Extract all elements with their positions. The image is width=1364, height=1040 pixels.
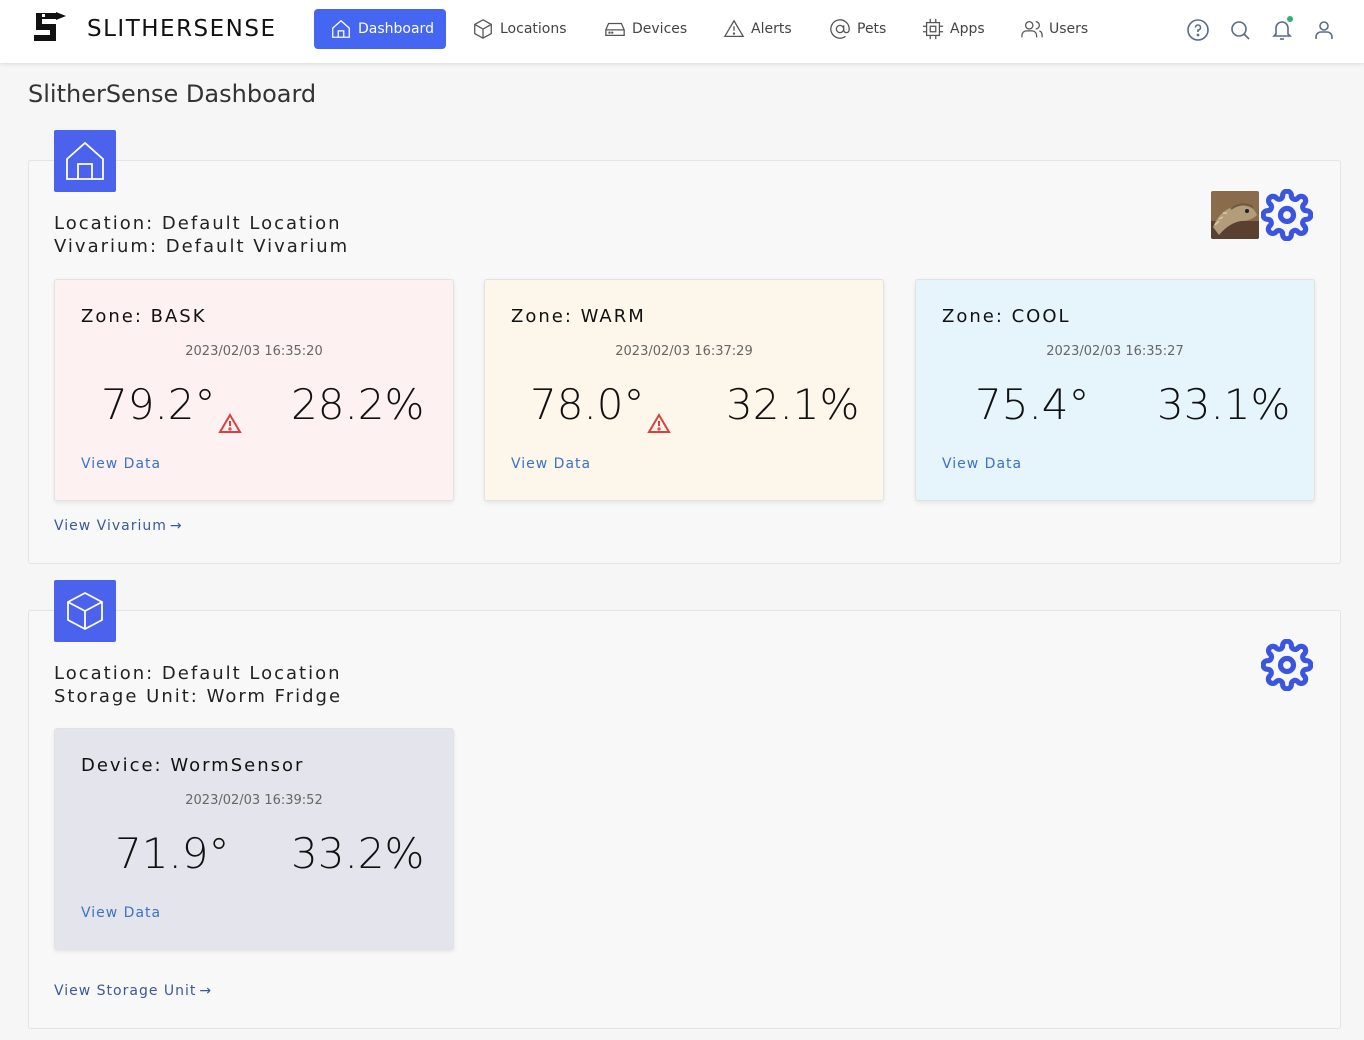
nav-users-label: Users <box>1049 21 1089 37</box>
nav-alerts-label: Alerts <box>751 21 792 37</box>
cube-icon <box>474 19 492 39</box>
storage-settings-button[interactable] <box>1260 638 1314 692</box>
nav-alerts[interactable]: Alerts <box>707 9 804 49</box>
nav-pets-label: Pets <box>857 21 887 37</box>
nav-dashboard[interactable]: Dashboard <box>314 9 446 49</box>
temperature-value: 71.9° <box>115 829 230 878</box>
zone-temperature: 79.2° <box>101 380 242 433</box>
view-data-link[interactable]: View Data <box>81 456 161 472</box>
alert-triangle-icon <box>723 19 745 37</box>
temperature-value: 79.2° <box>101 380 216 429</box>
device-temperature: 71.9° <box>115 829 230 878</box>
view-storage-unit-label: View Storage Unit <box>54 983 197 999</box>
chip-icon <box>922 18 944 40</box>
nav-locations[interactable]: Locations <box>456 9 579 49</box>
view-data-link[interactable]: View Data <box>942 456 1022 472</box>
nav-pets[interactable]: Pets <box>813 9 898 49</box>
nav-users[interactable]: Users <box>1005 9 1100 49</box>
pet-avatar[interactable] <box>1211 191 1259 239</box>
view-vivarium-label: View Vivarium <box>54 518 167 534</box>
users-icon <box>1021 21 1043 38</box>
nav-apps-label: Apps <box>950 21 985 37</box>
storage-type-badge <box>54 580 116 642</box>
storage-panel: Location: Default Location Storage Unit:… <box>28 610 1341 1029</box>
zone-timestamp: 2023/02/03 16:35:20 <box>185 344 323 359</box>
vivarium-type-badge <box>54 130 116 192</box>
search-icon <box>1231 21 1250 40</box>
vivarium-header: Location: Default Location Vivarium: Def… <box>54 212 349 258</box>
hard-drive-icon <box>605 22 625 37</box>
nav-locations-label: Locations <box>500 21 567 37</box>
nav-devices[interactable]: Devices <box>588 9 699 49</box>
gear-icon <box>1260 638 1314 692</box>
cube-icon <box>67 591 103 631</box>
zone-title: Zone: BASK <box>81 306 207 327</box>
zone-humidity: 32.1% <box>726 380 860 429</box>
vivarium-settings-button[interactable] <box>1260 188 1314 242</box>
vivarium-name: Vivarium: Default Vivarium <box>54 236 350 257</box>
bearded-dragon-image <box>1211 191 1259 239</box>
home-icon <box>332 19 350 38</box>
vivarium-panel: Location: Default Location Vivarium: Def… <box>28 160 1341 564</box>
zone-card-cool: Zone: COOL 2023/02/03 16:35:27 75.4° 33.… <box>915 279 1315 501</box>
at-sign-icon <box>830 19 850 39</box>
view-storage-unit-link[interactable]: View Storage Unit → <box>54 983 212 999</box>
zone-card-bask: Zone: BASK 2023/02/03 16:35:20 79.2° 28.… <box>54 279 454 501</box>
view-data-link[interactable]: View Data <box>511 456 591 472</box>
help-icon <box>1187 19 1209 41</box>
brand-name: SLITHERSENSE <box>87 16 277 42</box>
arrow-right-icon: → <box>169 518 183 534</box>
zone-temperature: 78.0° <box>530 380 671 433</box>
brand[interactable]: SLITHERSENSE <box>30 10 275 44</box>
storage-location: Location: Default Location <box>54 663 342 684</box>
slithersense-logo-icon <box>34 12 66 41</box>
device-humidity: 33.2% <box>291 829 425 878</box>
temperature-alert-icon[interactable] <box>646 397 671 433</box>
zone-timestamp: 2023/02/03 16:37:29 <box>615 344 753 359</box>
storage-header: Location: Default Location Storage Unit:… <box>54 662 342 708</box>
zone-title: Zone: WARM <box>511 306 646 327</box>
zone-timestamp: 2023/02/03 16:35:27 <box>1046 344 1184 359</box>
notification-dot <box>1287 16 1293 22</box>
zone-humidity: 33.1% <box>1157 380 1291 429</box>
nav-dashboard-label: Dashboard <box>358 21 434 37</box>
temperature-value: 75.4° <box>975 380 1090 429</box>
zone-title: Zone: COOL <box>942 306 1071 327</box>
user-icon <box>1315 21 1333 39</box>
nav-apps[interactable]: Apps <box>906 9 997 49</box>
profile-button[interactable] <box>1312 18 1336 42</box>
view-data-link[interactable]: View Data <box>81 905 161 921</box>
device-card-wormsensor: Device: WormSensor 2023/02/03 16:39:52 7… <box>54 728 454 950</box>
temperature-alert-icon[interactable] <box>217 397 242 433</box>
gear-icon <box>1260 188 1314 242</box>
arrow-right-icon: → <box>199 983 213 999</box>
zone-card-warm: Zone: WARM 2023/02/03 16:37:29 78.0° 32.… <box>484 279 884 501</box>
device-title: Device: WormSensor <box>81 755 305 776</box>
zone-humidity: 28.2% <box>291 380 425 429</box>
help-button[interactable] <box>1186 18 1210 42</box>
nav-devices-label: Devices <box>632 21 688 37</box>
view-vivarium-link[interactable]: View Vivarium → <box>54 518 183 534</box>
page-title: SlitherSense Dashboard <box>28 80 317 108</box>
device-timestamp: 2023/02/03 16:39:52 <box>185 793 323 808</box>
storage-unit-name: Storage Unit: Worm Fridge <box>54 686 343 707</box>
home-icon <box>66 141 104 180</box>
notifications-button[interactable] <box>1270 16 1294 42</box>
temperature-value: 78.0° <box>530 380 645 429</box>
top-navbar: SLITHERSENSE Dashboard Locations Devices… <box>0 0 1364 63</box>
vivarium-location: Location: Default Location <box>54 213 342 234</box>
zone-temperature: 75.4° <box>975 380 1090 429</box>
search-button[interactable] <box>1228 18 1252 42</box>
